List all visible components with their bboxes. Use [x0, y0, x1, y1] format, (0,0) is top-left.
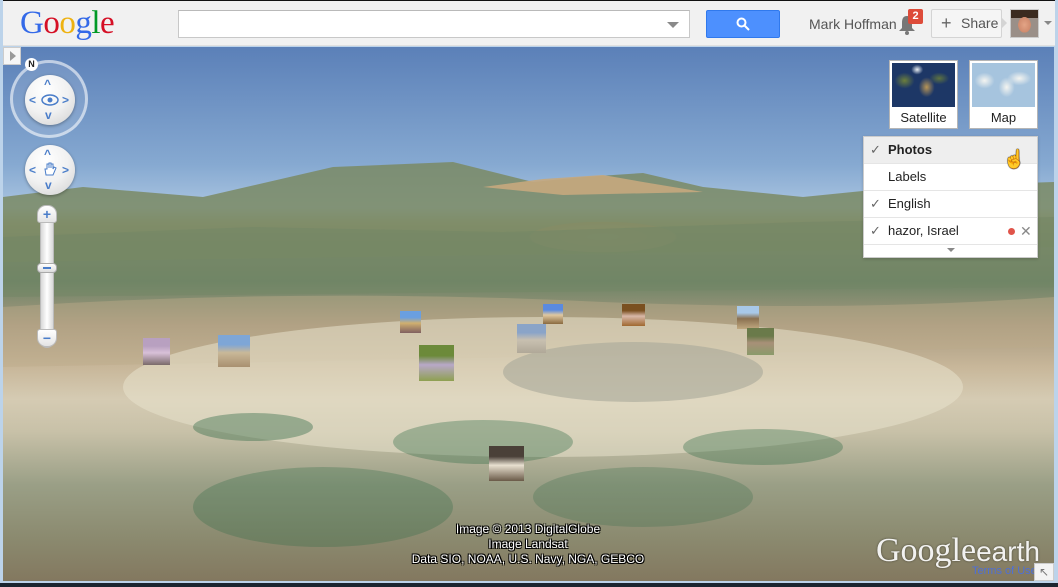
- photo-marker[interactable]: [747, 328, 774, 355]
- collapse-arrow-icon[interactable]: ↖: [1034, 563, 1054, 581]
- earth-3d-view[interactable]: N ^ < > v ^ < > v + − Satellite Map ✓ Ph…: [3, 47, 1054, 581]
- layers-menu: ✓ Photos Labels ✓ English ✓ hazor, Israe…: [863, 136, 1038, 258]
- north-indicator[interactable]: N: [25, 58, 38, 71]
- result-marker-dot-icon[interactable]: [1008, 228, 1015, 235]
- map-view-button[interactable]: Map: [969, 60, 1038, 129]
- look-right-arrow-icon[interactable]: >: [62, 94, 69, 106]
- checkmark-icon: ✓: [870, 142, 881, 157]
- imagery-attribution: Image © 2013 DigitalGlobe Image Landsat …: [353, 522, 703, 567]
- move-left-arrow-icon[interactable]: <: [29, 164, 36, 176]
- google-logo[interactable]: Google: [20, 5, 115, 41]
- logo-letter: G: [20, 5, 44, 41]
- logo-letter: o: [43, 5, 60, 41]
- layer-label: English: [888, 196, 931, 211]
- layers-expand-arrow-icon[interactable]: [864, 245, 1037, 257]
- zoom-out-button[interactable]: −: [37, 329, 57, 347]
- look-down-arrow-icon[interactable]: v: [45, 109, 52, 121]
- search-icon: [736, 17, 750, 31]
- layer-english[interactable]: ✓ English: [864, 191, 1037, 218]
- photo-marker[interactable]: [400, 311, 421, 333]
- zoom-slider-thumb[interactable]: [37, 263, 57, 273]
- logo-letter: e: [100, 5, 115, 41]
- search-button[interactable]: [706, 10, 780, 38]
- photo-marker[interactable]: [489, 446, 524, 481]
- move-up-arrow-icon[interactable]: ^: [44, 148, 51, 160]
- layer-labels[interactable]: Labels: [864, 164, 1037, 191]
- window-bottom-edge: [0, 583, 1058, 587]
- expand-sidebar-button[interactable]: [3, 47, 21, 65]
- layer-search-result[interactable]: ✓ hazor, Israel ✕: [864, 218, 1037, 245]
- satellite-thumbnail: [892, 63, 955, 107]
- layer-label: Labels: [888, 169, 927, 184]
- photo-marker[interactable]: [419, 345, 454, 381]
- move-right-arrow-icon[interactable]: >: [62, 164, 69, 176]
- look-left-arrow-icon[interactable]: <: [29, 94, 36, 106]
- zoom-in-button[interactable]: +: [37, 205, 57, 223]
- move-down-arrow-icon[interactable]: v: [45, 179, 52, 191]
- plus-icon: +: [941, 13, 952, 33]
- logo-earth-text: earth: [976, 536, 1040, 567]
- look-control[interactable]: ^ < > v: [25, 75, 75, 125]
- map-label: Map: [990, 110, 1017, 125]
- photo-marker[interactable]: [517, 324, 546, 353]
- photo-marker[interactable]: [543, 304, 563, 324]
- terms-of-use-link[interactable]: Terms of Use: [972, 565, 1037, 577]
- map-thumbnail: [972, 63, 1035, 107]
- zoom-slider-track[interactable]: [40, 208, 54, 348]
- hand-icon: [44, 162, 57, 176]
- avatar[interactable]: [1010, 9, 1039, 38]
- satellite-view-button[interactable]: Satellite: [889, 60, 958, 129]
- user-name[interactable]: Mark Hoffman: [809, 16, 897, 32]
- move-control[interactable]: ^ < > v: [25, 145, 75, 195]
- checkmark-icon: ✓: [870, 196, 881, 211]
- eye-icon: [41, 94, 59, 106]
- photo-marker[interactable]: [622, 304, 645, 326]
- look-up-arrow-icon[interactable]: ^: [44, 78, 51, 90]
- logo-google-text: Google: [876, 532, 977, 569]
- attribution-line: Data SIO, NOAA, U.S. Navy, NGA, GEBCO: [411, 552, 645, 566]
- search-input[interactable]: [179, 11, 659, 37]
- share-button[interactable]: + Share: [931, 9, 1002, 38]
- attribution-line: Image © 2013 DigitalGlobe: [455, 522, 601, 536]
- top-bar: Google Mark Hoffman 2 + Share: [3, 0, 1055, 46]
- photo-marker[interactable]: [143, 338, 170, 365]
- logo-letter: g: [75, 5, 92, 41]
- share-label: Share: [961, 15, 999, 31]
- attribution-line: Image Landsat: [488, 537, 568, 551]
- layer-label: Photos: [888, 142, 933, 157]
- logo-letter: o: [59, 5, 76, 41]
- notification-count-badge[interactable]: 2: [908, 9, 923, 24]
- share-pointer: [1001, 17, 1007, 29]
- photo-marker[interactable]: [737, 306, 759, 329]
- search-box: [178, 10, 690, 38]
- search-dropdown-arrow-icon[interactable]: [667, 22, 679, 28]
- photo-marker[interactable]: [218, 335, 250, 367]
- remove-result-icon[interactable]: ✕: [1020, 218, 1032, 244]
- satellite-label: Satellite: [900, 110, 947, 125]
- account-dropdown-arrow-icon[interactable]: [1044, 21, 1052, 25]
- layer-label: hazor, Israel: [888, 223, 959, 238]
- checkmark-icon: ✓: [870, 223, 881, 238]
- logo-letter: l: [91, 5, 101, 41]
- layer-photos[interactable]: ✓ Photos: [864, 137, 1037, 164]
